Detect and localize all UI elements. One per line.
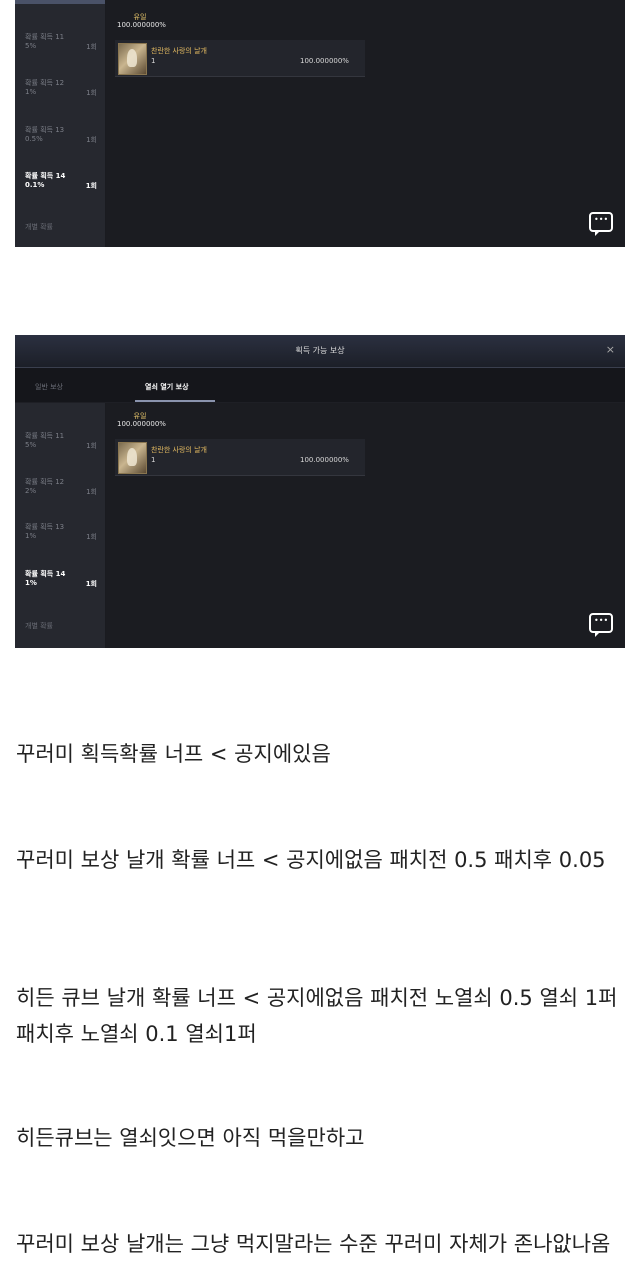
tab-bar: 일반 보상 열쇠 열기 보상	[15, 368, 625, 402]
sidebar-item-pct: 5%	[25, 42, 37, 50]
reward-content-area	[105, 0, 625, 247]
tab-key-reward[interactable]: 열쇠 열기 보상	[145, 382, 189, 392]
post-paragraph-2: 꾸러미 보상 날개 확률 너프 < 공지에없음 패치전 0.5 패치후 0.05	[16, 848, 606, 872]
sidebar-item-count: 1회	[86, 442, 97, 450]
sidebar-item-count: 1회	[86, 43, 97, 51]
probability-sidebar: 확률 획득 11 5% 1회 확률 획득 12 2% 1회 확률 획득 13 1…	[15, 403, 106, 648]
probability-sidebar: 확률 획득 11 5% 1회 확률 획득 12 1% 1회 확률 획득 13 0…	[15, 0, 106, 247]
item-percentage: 100.000000%	[300, 57, 349, 65]
sidebar-item-pct: 2%	[25, 487, 37, 495]
sidebar-item-title: 확률 획득 12	[25, 478, 65, 486]
sidebar-item-title: 확률 획득 13	[25, 126, 65, 134]
sidebar-item-count: 1회	[85, 182, 97, 190]
sidebar-item-count: 1회	[86, 488, 97, 496]
grade-percentage: 100.000000%	[117, 420, 166, 428]
sidebar-item-count: 1회	[86, 136, 97, 144]
sidebar-item-pct: 0.5%	[25, 135, 43, 143]
window-title: 획득 가능 보상	[295, 346, 345, 355]
item-name: 찬란한 사랑의 날개	[151, 446, 207, 454]
post-paragraph-3: 히든 큐브 날개 확률 너프 < 공지에없음 패치전 노열쇠 0.5 열쇠 1퍼…	[16, 986, 618, 1046]
item-percentage: 100.000000%	[300, 456, 349, 464]
item-quantity: 1	[151, 57, 156, 65]
sidebar-item-title: 개별 확률	[25, 622, 53, 630]
reward-panel-before: 확률 획득 11 5% 1회 확률 획득 12 1% 1회 확률 획득 13 0…	[15, 0, 625, 247]
item-quantity: 1	[151, 456, 156, 464]
tab-normal-reward[interactable]: 일반 보상	[35, 382, 63, 392]
active-tab-indicator	[135, 400, 215, 402]
sidebar-item-pct: 1%	[25, 579, 37, 587]
sidebar-item-pct: 1%	[25, 532, 37, 540]
sidebar-item-pct: 0.1%	[25, 181, 45, 189]
sidebar-item-title: 확률 획득 12	[25, 79, 65, 87]
sidebar-item-count: 1회	[85, 580, 97, 588]
grade-percentage: 100.000000%	[117, 21, 166, 29]
sidebar-item-title: 확률 획득 13	[25, 523, 65, 531]
chat-icon[interactable]	[589, 212, 613, 236]
chat-icon[interactable]	[589, 613, 613, 637]
sidebar-item-title: 확률 획득 11	[25, 432, 65, 440]
reward-item-row[interactable]: 찬란한 사랑의 날개 1 100.000000%	[115, 439, 365, 476]
wing-item-icon	[118, 442, 147, 474]
sidebar-item-title: 확률 획득 14	[25, 570, 66, 578]
item-name: 찬란한 사랑의 날개	[151, 47, 207, 55]
wing-item-icon	[118, 43, 147, 75]
sidebar-item-title: 개별 확률	[25, 223, 53, 231]
sidebar-item-title: 확률 획득 11	[25, 33, 65, 41]
post-paragraph-4: 히든큐브는 열쇠잇으면 아직 먹을만하고	[16, 1126, 365, 1150]
sidebar-item-title: 확률 획득 14	[25, 172, 66, 180]
sidebar-item-count: 1회	[86, 533, 97, 541]
sidebar-item-count: 1회	[86, 89, 97, 97]
window-header: 획득 가능 보상 ×	[15, 335, 625, 368]
close-icon[interactable]: ×	[606, 343, 615, 356]
reward-panel-after: 획득 가능 보상 × 일반 보상 열쇠 열기 보상 확률 획득 11 5% 1회…	[15, 335, 625, 648]
sidebar-item-pct: 1%	[25, 88, 37, 96]
reward-item-row[interactable]: 찬란한 사랑의 날개 1 100.000000%	[115, 40, 365, 77]
sidebar-item-pct: 5%	[25, 441, 37, 449]
post-paragraph-5: 꾸러미 보상 날개는 그냥 먹지말라는 수준 꾸러미 자체가 존나앖나옴	[16, 1232, 611, 1256]
sidebar-top-accent	[15, 0, 105, 4]
post-paragraph-1: 꾸러미 획득확률 너프 < 공지에있음	[16, 742, 331, 766]
